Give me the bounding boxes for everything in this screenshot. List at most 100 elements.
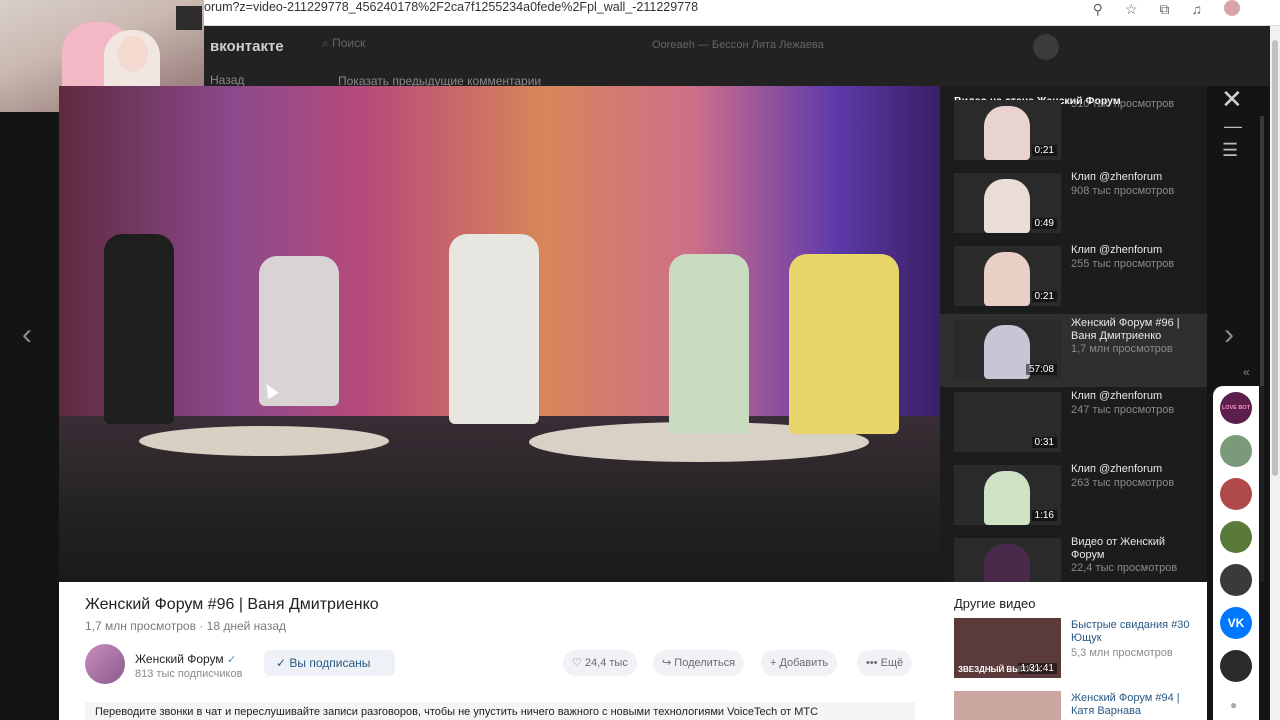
chat-4-avatar[interactable] — [1220, 521, 1252, 553]
other-video-item[interactable]: Женский Форум #94 | Катя Варнава — [954, 691, 1199, 720]
playlist-item[interactable]: 0:21 Клип @zhenforum 255 тыс просмотров — [940, 241, 1207, 314]
other-videos: Другие видео ЗВЕЗДНЫЙ ВЫПУСК 1:31:41 Быстр… — [940, 582, 1207, 720]
guest-figure — [449, 234, 539, 424]
collapse-rail-icon[interactable]: « — [1243, 365, 1250, 379]
chat-7-avatar[interactable] — [1220, 650, 1252, 682]
playlist-item[interactable]: Видео от Женский Форум 22,4 тыс просмотро… — [940, 533, 1207, 582]
playlist-item[interactable]: 0:21 310 тыс просмотров — [940, 95, 1207, 168]
chat-5-avatar[interactable] — [1220, 564, 1252, 596]
playlist-item-title[interactable]: Видео от Женский Форум — [1071, 536, 1197, 562]
playlist-item-views: 22,4 тыс просмотров — [1071, 562, 1178, 574]
webcam-frame — [176, 6, 202, 30]
prev-video-arrow-icon[interactable]: ‹ — [22, 318, 32, 352]
view-count: 1,7 млн просмотров — [85, 619, 196, 633]
playlist-item-title[interactable]: Клип @zhenforum — [1071, 390, 1197, 403]
thumbnail-figure — [984, 471, 1030, 525]
extensions-icon[interactable]: ⧉ — [1160, 1, 1170, 18]
subscribed-button[interactable]: ✓ Вы подписаны — [264, 650, 395, 676]
location-icon[interactable]: ⚲ — [1093, 1, 1103, 18]
playlist-item-views: 908 тыс просмотров — [1071, 185, 1175, 197]
channel-name[interactable]: Женский Форум ✓ — [135, 652, 236, 666]
playlist-item-views: 247 тыс просмотров — [1071, 404, 1175, 416]
minimize-icon[interactable]: — — [1224, 116, 1242, 137]
chat-rail: ● LOVE BOT VK — [1213, 386, 1259, 720]
now-playing[interactable]: Ooreaeh — Бессон Лита Лежаева — [652, 39, 824, 51]
playlist-item[interactable]: 1:16 Клип @zhenforum 263 тыс просмотров — [940, 460, 1207, 533]
duration-badge: 1:31:41 — [1017, 663, 1057, 674]
chat-3-avatar[interactable] — [1220, 478, 1252, 510]
promo-text[interactable]: Переводите звонки в чат и переслушивайте… — [85, 702, 915, 720]
video-thumbnail[interactable]: 0:21 — [954, 246, 1061, 306]
upload-age: 18 дней назад — [206, 619, 287, 633]
search-icon: ⌕ — [322, 36, 333, 50]
video-title: Женский Форум #96 | Ваня Дмитриенко — [85, 596, 379, 613]
video-thumbnail[interactable]: 0:49 — [954, 173, 1061, 233]
playlist-item-views: 263 тыс просмотров — [1071, 477, 1175, 489]
add-button[interactable]: + Добавить — [761, 650, 838, 676]
media-icon[interactable]: ♫ — [1192, 1, 1203, 18]
back-link[interactable]: Назад — [210, 73, 244, 87]
playlist-item-title[interactable]: Женский Форум #96 | Ваня Дмитриенко — [1071, 317, 1197, 343]
duration-badge: 0:21 — [1031, 145, 1057, 156]
channel-subscribers: 813 тыс подписчиков — [135, 668, 243, 680]
video-thumbnail[interactable]: 1:16 — [954, 465, 1061, 525]
profile-avatar[interactable] — [1224, 0, 1240, 16]
search-input[interactable]: ⌕ Поиск — [322, 36, 502, 58]
playlist-item-title[interactable]: Клип @zhenforum — [1071, 463, 1197, 476]
guest-figure — [669, 254, 749, 434]
share-icon: ↪ — [662, 657, 675, 669]
browser-action-icons: ⚲ ☆ ⧉ ♫ — [1093, 1, 1240, 18]
other-video-title[interactable]: Быстрые свидания #30 Ющук — [1071, 619, 1199, 645]
meta-separator: · — [199, 619, 207, 633]
video-thumbnail[interactable]: 0:21 — [954, 100, 1061, 160]
playlist-item-title[interactable]: Клип @zhenforum — [1071, 244, 1197, 257]
playlist-scroll-thumb[interactable] — [1260, 116, 1264, 386]
video-thumbnail[interactable] — [954, 691, 1061, 720]
playlist-item-title[interactable]: Клип @zhenforum — [1071, 171, 1197, 184]
playlist-icon[interactable]: ☰ — [1222, 140, 1238, 161]
more-button[interactable]: ••• Ещё — [857, 650, 913, 676]
thumbnail-figure — [984, 398, 1030, 452]
page-scroll-thumb[interactable] — [1272, 40, 1278, 476]
video-meta: 1,7 млн просмотров · 18 дней назад — [85, 619, 286, 633]
next-video-arrow-icon[interactable]: › — [1224, 318, 1234, 352]
chat-2-avatar[interactable] — [1220, 435, 1252, 467]
playlist-item[interactable]: 57:08 Женский Форум #96 | Ваня Дмитриенко… — [940, 314, 1207, 387]
playlist-list: 0:21 310 тыс просмотров 0:49 Клип @zhenforu… — [940, 95, 1207, 582]
star-icon[interactable]: ☆ — [1125, 1, 1138, 18]
duration-badge: 0:49 — [1031, 218, 1057, 229]
share-button[interactable]: ↪ Поделиться — [653, 650, 745, 676]
love-bot-chat-avatar[interactable]: LOVE BOT — [1220, 392, 1252, 424]
playlist-panel: Видео на стене Женский Форум 0:21310 тыс… — [940, 86, 1207, 582]
channel-avatar[interactable] — [85, 644, 125, 684]
heart-icon: ♡ — [572, 657, 585, 669]
thumbnail-figure — [984, 252, 1030, 306]
webcam-face — [118, 36, 148, 72]
video-thumbnail[interactable]: ЗВЕЗДНЫЙ ВЫПУСК 1:31:41 — [954, 618, 1061, 678]
video-thumbnail[interactable]: 57:08 — [954, 319, 1061, 379]
vk-logo[interactable]: вконтакте — [210, 38, 284, 55]
vk-chat-avatar[interactable]: VK — [1220, 607, 1252, 639]
video-player[interactable] — [59, 86, 940, 582]
duration-badge: 0:21 — [1031, 291, 1057, 302]
other-video-item[interactable]: ЗВЕЗДНЫЙ ВЫПУСК 1:31:41 Быстрые свидания #… — [954, 618, 1199, 682]
like-button[interactable]: ♡ 24,4 тыс — [563, 650, 637, 676]
messages-icon[interactable]: ● — [1230, 698, 1237, 712]
address-bar[interactable]: orum?z=video-211229778_456240178%2F2ca7f… — [204, 0, 698, 14]
video-thumbnail[interactable]: 0:31 — [954, 392, 1061, 452]
check-icon: ✓ — [276, 656, 290, 670]
thumbnail-figure — [984, 544, 1030, 582]
playlist-scrollbar[interactable] — [1260, 116, 1264, 582]
thumbnail-figure — [984, 325, 1030, 379]
video-thumbnail[interactable] — [954, 538, 1061, 582]
close-icon[interactable]: ✕ — [1221, 84, 1243, 115]
user-avatar[interactable] — [1033, 34, 1059, 60]
playlist-item-views: 1,7 млн просмотров — [1071, 343, 1173, 355]
page-scrollbar[interactable] — [1270, 26, 1280, 720]
other-video-title[interactable]: Женский Форум #94 | Катя Варнава — [1071, 692, 1199, 718]
duration-badge: 57:08 — [1025, 364, 1057, 375]
playlist-item[interactable]: 0:31 Клип @zhenforum 247 тыс просмотров — [940, 387, 1207, 460]
playlist-item[interactable]: 0:49 Клип @zhenforum 908 тыс просмотров — [940, 168, 1207, 241]
guest-figure — [104, 234, 174, 424]
studio-rug — [139, 426, 389, 456]
